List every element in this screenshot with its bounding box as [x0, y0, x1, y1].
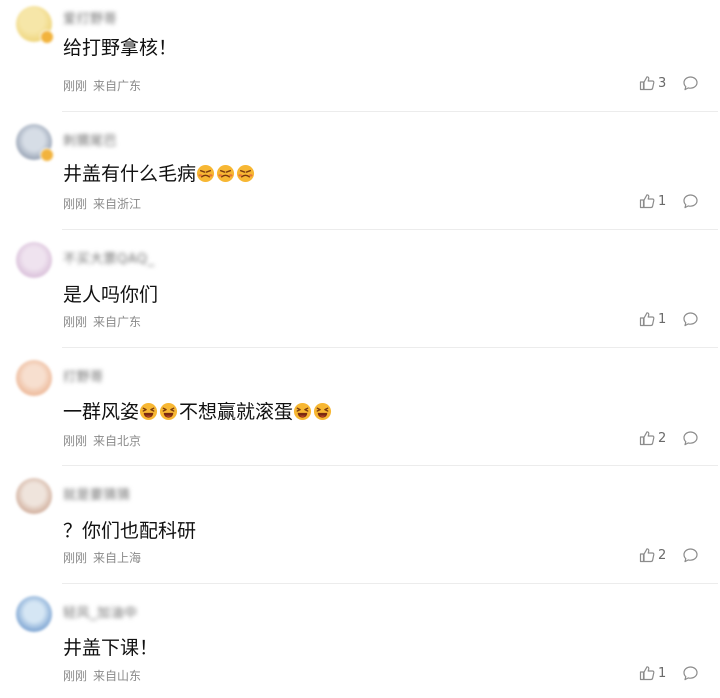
comment-text: 井盖下课！	[63, 637, 159, 659]
like-count: 3	[658, 75, 667, 91]
reply-button[interactable]	[682, 193, 699, 210]
grinning-squint-emoji	[293, 402, 312, 421]
thumbs-up-icon	[639, 548, 655, 563]
thumbs-up-icon	[639, 431, 655, 446]
comment-bubble-icon	[683, 548, 698, 563]
avatar[interactable]	[16, 124, 54, 162]
like-button[interactable]: 1	[639, 665, 666, 681]
comment-text: 井盖有什么毛病	[63, 159, 256, 186]
thumbs-up-icon	[639, 76, 655, 91]
thumbs-up-icon	[639, 312, 655, 327]
grinning-squint-emoji	[159, 402, 178, 421]
username[interactable]: 不买大票QAQ_	[63, 248, 155, 267]
comment-meta: 刚刚 来自山东	[63, 667, 141, 684]
comment-meta: 刚刚 来自广东	[63, 77, 141, 94]
comment-text: 给打野拿核！	[63, 37, 178, 59]
comment-item: 爱打野哥 给打野拿核！ 刚刚 来自广东 3	[0, 0, 720, 112]
like-button[interactable]: 1	[639, 311, 666, 327]
angry-face-emoji	[236, 164, 255, 183]
username[interactable]: 爱打野哥	[63, 8, 117, 27]
comment-location: 来自广东	[93, 79, 142, 93]
username[interactable]: 打野哥	[63, 366, 104, 385]
comment-time: 刚刚	[63, 197, 88, 211]
verified-badge-icon	[40, 148, 54, 162]
comment-time: 刚刚	[63, 551, 88, 565]
comment-time: 刚刚	[63, 79, 88, 93]
username[interactable]: 刺猬尾巴	[63, 130, 117, 149]
comment-meta: 刚刚 来自浙江	[63, 195, 141, 212]
angry-face-emoji	[196, 164, 215, 183]
username[interactable]: 轻风_加油中	[63, 602, 138, 621]
avatar[interactable]	[16, 478, 52, 514]
grinning-squint-emoji	[313, 402, 332, 421]
comment-bubble-icon	[683, 666, 698, 681]
reply-button[interactable]	[682, 311, 699, 328]
comment-meta: 刚刚 来自广东	[63, 313, 141, 330]
avatar[interactable]	[16, 360, 52, 396]
like-count: 2	[658, 547, 667, 563]
like-button[interactable]: 2	[639, 430, 666, 446]
comment-bubble-icon	[683, 312, 698, 327]
verified-badge-icon	[40, 30, 54, 44]
comment-text: ？你们也配科研	[63, 520, 197, 542]
like-count: 1	[658, 665, 667, 681]
reply-button[interactable]	[682, 665, 699, 682]
comment-item: 就是要猜猜 ？你们也配科研 刚刚 来自上海 2	[0, 466, 720, 584]
like-button[interactable]: 1	[639, 193, 666, 209]
like-button[interactable]: 2	[639, 547, 666, 563]
like-count: 2	[658, 430, 667, 446]
comment-time: 刚刚	[63, 434, 88, 448]
like-count: 1	[658, 193, 667, 209]
avatar[interactable]	[16, 596, 52, 632]
comment-location: 来自广东	[93, 315, 142, 329]
reply-button[interactable]	[682, 75, 699, 92]
comment-bubble-icon	[683, 194, 698, 209]
comment-item: 刺猬尾巴 井盖有什么毛病 刚刚 来自浙江 1	[0, 112, 720, 230]
comment-location: 来自北京	[93, 434, 142, 448]
avatar[interactable]	[16, 242, 52, 278]
comment-text: 一群风姿 不想赢就滚蛋	[63, 397, 333, 424]
comment-bubble-icon	[683, 76, 698, 91]
like-count: 1	[658, 311, 667, 327]
comment-bubble-icon	[683, 431, 698, 446]
like-button[interactable]: 3	[639, 75, 666, 91]
reply-button[interactable]	[682, 430, 699, 447]
comment-meta: 刚刚 来自北京	[63, 432, 141, 449]
comment-location: 来自浙江	[93, 197, 142, 211]
comment-location: 来自上海	[93, 551, 142, 565]
thumbs-up-icon	[639, 194, 655, 209]
comment-item: 轻风_加油中 井盖下课！ 刚刚 来自山东 1	[0, 584, 720, 696]
comment-item: 不买大票QAQ_ 是人吗你们 刚刚 来自广东 1	[0, 230, 720, 348]
comment-item: 打野哥 一群风姿 不想赢就滚蛋 刚刚 来自北京 2	[0, 348, 720, 466]
comment-text: 是人吗你们	[63, 284, 159, 306]
reply-button[interactable]	[682, 547, 699, 564]
comment-time: 刚刚	[63, 315, 88, 329]
grinning-squint-emoji	[139, 402, 158, 421]
username[interactable]: 就是要猜猜	[63, 484, 131, 503]
angry-face-emoji	[216, 164, 235, 183]
thumbs-up-icon	[639, 666, 655, 681]
avatar[interactable]	[16, 6, 54, 44]
comment-meta: 刚刚 来自上海	[63, 549, 141, 566]
comment-time: 刚刚	[63, 669, 88, 683]
comment-list: 爱打野哥 给打野拿核！ 刚刚 来自广东 3 刺猬尾巴 井盖有什么毛病 刚刚 来自浙江…	[0, 0, 720, 698]
comment-location: 来自山东	[93, 669, 142, 683]
